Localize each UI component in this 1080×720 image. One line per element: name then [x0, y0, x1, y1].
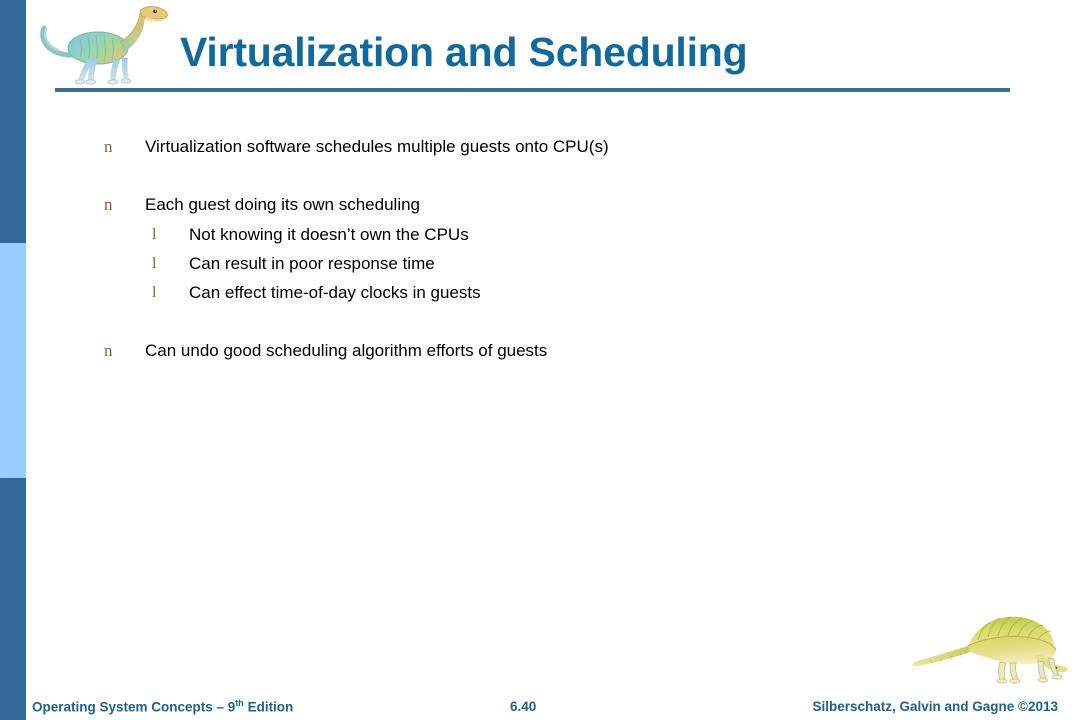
presentation-slide: Virtualization and Scheduling n Virtualiz… — [0, 0, 1080, 720]
bullet-item-level1: n Each guest doing its own scheduling — [104, 194, 420, 216]
footer-edition-superscript: th — [235, 697, 244, 708]
footer-edition-suffix: Edition — [243, 699, 294, 714]
bullet-text: Each guest doing its own scheduling — [145, 195, 421, 214]
footer-page-number: 6.40 — [510, 699, 537, 714]
bullet-marker-icon: n — [104, 341, 113, 360]
bullet-marker-icon: n — [104, 137, 113, 156]
bullet-text: Can undo good scheduling algorithm effor… — [145, 341, 548, 360]
bullet-text: Can result in poor response time — [189, 254, 435, 273]
footer-credit: Silberschatz, Galvin and Gagne ©2013 — [812, 699, 1058, 714]
slide-header: Virtualization and Scheduling — [0, 0, 1080, 96]
bullet-item-level1: n Can undo good scheduling algorithm effo… — [104, 340, 547, 362]
bullet-marker-icon: l — [152, 226, 157, 243]
footer-book-title-text: Operating System Concepts – 9 — [32, 699, 236, 714]
bullet-item-level2: l Not knowing it doesn’t own the CPUs — [152, 224, 469, 245]
sail-backed-dinosaur-icon — [912, 616, 1068, 684]
slide-footer: Operating System Concepts – 9th Edition … — [0, 690, 1080, 720]
bullet-text: Virtualization software schedules multip… — [145, 137, 609, 156]
slide-title: Virtualization and Scheduling — [180, 29, 748, 75]
title-underline-rule — [55, 88, 1010, 92]
bullet-marker-icon: n — [104, 195, 113, 214]
slide-body: n Virtualization software schedules multi… — [0, 120, 1080, 640]
bullet-item-level2: l Can effect time-of-day clocks in guests — [152, 282, 481, 303]
bullet-item-level1: n Virtualization software schedules multi… — [104, 136, 609, 158]
footer-book-title: Operating System Concepts – 9th Edition — [32, 698, 293, 715]
bullet-text: Can effect time-of-day clocks in guests — [189, 283, 481, 302]
bullet-marker-icon: l — [152, 284, 157, 301]
bullet-item-level2: l Can result in poor response time — [152, 253, 435, 274]
bullet-marker-icon: l — [152, 255, 157, 272]
bullet-text: Not knowing it doesn’t own the CPUs — [189, 225, 469, 244]
dinosaur-logo-icon — [40, 6, 168, 85]
